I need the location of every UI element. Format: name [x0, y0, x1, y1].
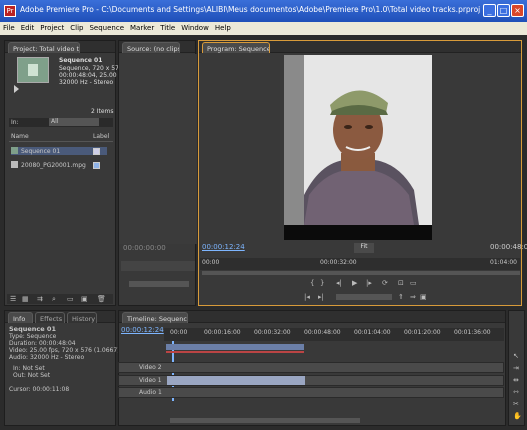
set-out-icon[interactable]: }: [320, 278, 324, 288]
sequence-name: Sequence 01: [59, 57, 103, 64]
play-button-icon[interactable]: ▶: [352, 278, 357, 288]
info-out: Out: Not Set: [13, 372, 51, 379]
menu-help[interactable]: Help: [212, 22, 234, 32]
tab-info[interactable]: Info: [8, 312, 33, 323]
track-video-2[interactable]: Video 2: [118, 362, 504, 373]
project-panel: Project: Total video tracks × Sequence 0…: [4, 40, 133, 306]
new-item-icon[interactable]: ▣: [81, 294, 88, 304]
col-label[interactable]: Label: [93, 133, 109, 140]
project-toolbar: ☰ ▦ ⇉ ⌕ ▭ ▣ 🗑: [7, 294, 113, 304]
info-audio: Audio: 32000 Hz - Stereo: [9, 354, 85, 361]
go-in-icon[interactable]: |◂: [304, 292, 310, 302]
info-panel: Info Effects History Sequence 01 Type: S…: [4, 310, 120, 426]
timeline-current-time[interactable]: 00:00:12:24: [121, 326, 164, 334]
rolling-tool-icon[interactable]: ⇿: [513, 387, 519, 397]
close-button[interactable]: ×: [511, 4, 524, 17]
info-sequence-name: Sequence 01: [9, 325, 56, 333]
lift-icon[interactable]: ⇑: [398, 292, 404, 302]
tab-effects[interactable]: Effects: [35, 312, 65, 323]
tools-panel: ↖ ⇥ ⇹ ⇿ ✂ ✋: [508, 310, 525, 426]
program-current-time[interactable]: 00:00:12:24: [202, 243, 245, 251]
track-audio-1[interactable]: Audio 1: [118, 387, 504, 398]
output-icon[interactable]: ▭: [410, 278, 417, 288]
info-in: In: Not Set: [13, 365, 45, 372]
sequence-thumbnail-icon: [17, 57, 49, 83]
menu-marker[interactable]: Marker: [127, 22, 157, 32]
tab-history[interactable]: History: [67, 312, 97, 323]
find-icon[interactable]: ⌕: [52, 294, 56, 304]
menu-title[interactable]: Title: [157, 22, 178, 32]
menu-bar: File Edit Project Clip Sequence Marker Title Wi…: [0, 22, 527, 35]
program-video-frame: [284, 55, 432, 240]
step-forward-icon[interactable]: |▸: [366, 278, 372, 288]
ripple-tool-icon[interactable]: ⇹: [513, 375, 519, 385]
tab-source[interactable]: Source: (no clips) ×: [122, 42, 180, 53]
item-count: 2 Items: [91, 108, 114, 115]
razor-tool-icon[interactable]: ✂: [513, 399, 519, 409]
track-select-tool-icon[interactable]: ⇥: [513, 363, 519, 373]
automate-icon[interactable]: ⇉: [37, 294, 43, 304]
menu-file[interactable]: File: [0, 22, 18, 32]
window-title: Adobe Premiere Pro - C:\Documents and Se…: [20, 5, 487, 14]
source-video-area: [119, 54, 197, 244]
sequence-icon: [11, 147, 18, 154]
program-ruler[interactable]: 00:00 00:00:32:00 01:04:00: [200, 258, 520, 270]
video-file-icon: [11, 161, 18, 168]
work-area-bar[interactable]: [166, 344, 304, 350]
source-jog[interactable]: [129, 281, 189, 287]
source-timecode[interactable]: 00:00:00:00: [123, 244, 166, 252]
video-clip[interactable]: [167, 376, 305, 385]
selection-tool-icon[interactable]: ↖: [513, 351, 519, 361]
loop-icon[interactable]: ⟳: [382, 278, 388, 288]
premiere-app-icon[interactable]: Pr: [4, 5, 16, 17]
in-label: In:: [11, 119, 19, 126]
minimize-button[interactable]: _: [483, 4, 496, 17]
source-ruler[interactable]: [121, 261, 195, 271]
icon-view-icon[interactable]: ▦: [22, 294, 29, 304]
set-in-icon[interactable]: {: [310, 278, 314, 288]
step-back-icon[interactable]: ◂|: [336, 278, 342, 288]
column-header: Name Label: [9, 133, 113, 142]
menu-edit[interactable]: Edit: [18, 22, 38, 32]
tab-program[interactable]: Program: Sequence 01 ×: [202, 42, 270, 53]
in-dropdown[interactable]: All: [49, 118, 99, 126]
go-out-icon[interactable]: ▸|: [318, 292, 324, 302]
label-swatch: [93, 148, 100, 155]
bin-icon[interactable]: ▭: [67, 294, 74, 304]
timeline-ruler[interactable]: 00:00 00:00:16:00 00:00:32:00 00:00:48:0…: [164, 328, 504, 341]
source-monitor-panel: Source: (no clips) × 00:00:00:00: [118, 40, 197, 306]
program-duration: 00:00:48:04: [490, 243, 527, 251]
fit-dropdown[interactable]: Fit: [354, 243, 374, 253]
col-name[interactable]: Name: [11, 133, 29, 140]
maximize-button[interactable]: □: [497, 4, 510, 17]
extract-icon[interactable]: ⇒: [410, 292, 416, 302]
program-zoom-bar[interactable]: [202, 271, 520, 275]
menu-window[interactable]: Window: [178, 22, 212, 32]
track-video-1[interactable]: Video 1: [118, 375, 504, 386]
menu-clip[interactable]: Clip: [67, 22, 86, 32]
hand-tool-icon[interactable]: ✋: [513, 411, 522, 421]
sequence-info-3: 32000 Hz - Stereo: [59, 79, 114, 86]
tab-project[interactable]: Project: Total video tracks ×: [8, 42, 80, 53]
info-duration: Duration: 00:00:48:04: [9, 340, 76, 347]
info-cursor: Cursor: 00:00:11:08: [9, 386, 70, 393]
safe-margins-icon[interactable]: ⊡: [398, 278, 404, 288]
menu-project[interactable]: Project: [37, 22, 67, 32]
menu-sequence[interactable]: Sequence: [86, 22, 127, 32]
label-swatch: [93, 162, 100, 169]
video-frame-image: [284, 55, 432, 240]
clear-icon[interactable]: 🗑: [97, 294, 106, 304]
in-filter: In: All: [9, 118, 113, 127]
trim-icon[interactable]: ▣: [420, 292, 427, 302]
timeline-scrollbar[interactable]: [170, 418, 360, 423]
title-bar: Pr Adobe Premiere Pro - C:\Documents and…: [0, 0, 527, 22]
info-type: Type: Sequence: [9, 333, 57, 340]
tab-timeline[interactable]: Timeline: Sequence 01 ×: [122, 312, 188, 323]
play-icon[interactable]: [14, 85, 19, 93]
shuttle-slider[interactable]: [336, 294, 392, 300]
render-bar: [166, 351, 304, 353]
info-video: Video: 25.00 fps, 720 x 576 (1.0667): [9, 347, 120, 354]
list-view-icon[interactable]: ☰: [10, 294, 16, 304]
